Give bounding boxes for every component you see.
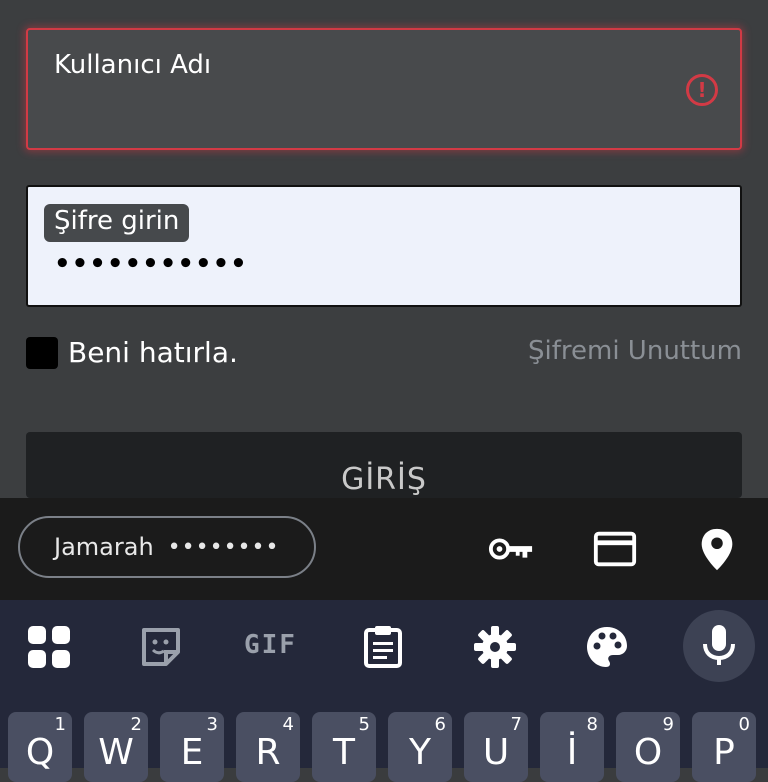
login-button[interactable]: GİRİŞ xyxy=(26,432,742,498)
autofill-suggestion-chip[interactable]: Jamarah •••••••• xyxy=(18,516,316,578)
login-screen: Kullanıcı Adı ! Şifre girin ••••••••••• … xyxy=(0,0,768,498)
key-o[interactable]: 9O xyxy=(616,712,680,782)
key-label: T xyxy=(333,732,355,773)
key-label: W xyxy=(98,732,134,773)
location-pin-icon[interactable] xyxy=(694,526,740,572)
key-w[interactable]: 2W xyxy=(84,712,148,782)
key-icon[interactable] xyxy=(488,526,534,572)
palette-icon[interactable] xyxy=(584,624,630,670)
key-q[interactable]: 1Q xyxy=(8,712,72,782)
credit-card-icon[interactable] xyxy=(592,526,638,572)
key-r[interactable]: 4R xyxy=(236,712,300,782)
microphone-icon xyxy=(703,625,735,665)
key-label: R xyxy=(255,732,281,773)
key-i-dotted[interactable]: 8İ xyxy=(540,712,604,782)
sticker-icon[interactable] xyxy=(138,624,184,670)
remember-me[interactable]: Beni hatırla. xyxy=(26,336,238,369)
password-label: Şifre girin xyxy=(44,204,190,242)
forgot-password-link[interactable]: Şifremi Unuttum xyxy=(528,336,742,366)
key-u[interactable]: 7U xyxy=(464,712,528,782)
username-label: Kullanıcı Adı xyxy=(54,50,212,80)
key-label: İ xyxy=(566,732,578,773)
settings-icon[interactable] xyxy=(472,624,518,670)
autofill-account-password: •••••••• xyxy=(167,534,280,560)
key-label: Y xyxy=(409,732,431,773)
key-p[interactable]: 0P xyxy=(692,712,756,782)
autofill-account-name: Jamarah xyxy=(54,533,154,561)
key-e[interactable]: 3E xyxy=(160,712,224,782)
password-value: ••••••••••• xyxy=(54,249,248,279)
clipboard-icon[interactable] xyxy=(360,624,406,670)
key-label: U xyxy=(482,732,510,773)
username-field[interactable]: Kullanıcı Adı ! xyxy=(26,28,742,150)
apps-grid-icon[interactable] xyxy=(26,624,72,670)
key-label: O xyxy=(633,732,663,773)
remember-label: Beni hatırla. xyxy=(68,336,238,369)
keyboard-row: 1Q 2W 3E 4R 5T 6Y 7U 8İ 9O 0P xyxy=(0,702,768,782)
remember-checkbox[interactable] xyxy=(26,336,58,369)
gif-icon[interactable]: GIF xyxy=(244,630,300,676)
key-label: P xyxy=(713,732,735,773)
key-label: Q xyxy=(25,732,55,773)
key-t[interactable]: 5T xyxy=(312,712,376,782)
key-label: E xyxy=(180,732,204,773)
keyboard-toolbar: GIF xyxy=(0,600,768,702)
autofill-bar: Jamarah •••••••• xyxy=(0,498,768,600)
error-icon: ! xyxy=(686,74,718,106)
password-field[interactable]: Şifre girin ••••••••••• xyxy=(26,185,742,307)
key-y[interactable]: 6Y xyxy=(388,712,452,782)
microphone-button[interactable] xyxy=(683,610,755,682)
